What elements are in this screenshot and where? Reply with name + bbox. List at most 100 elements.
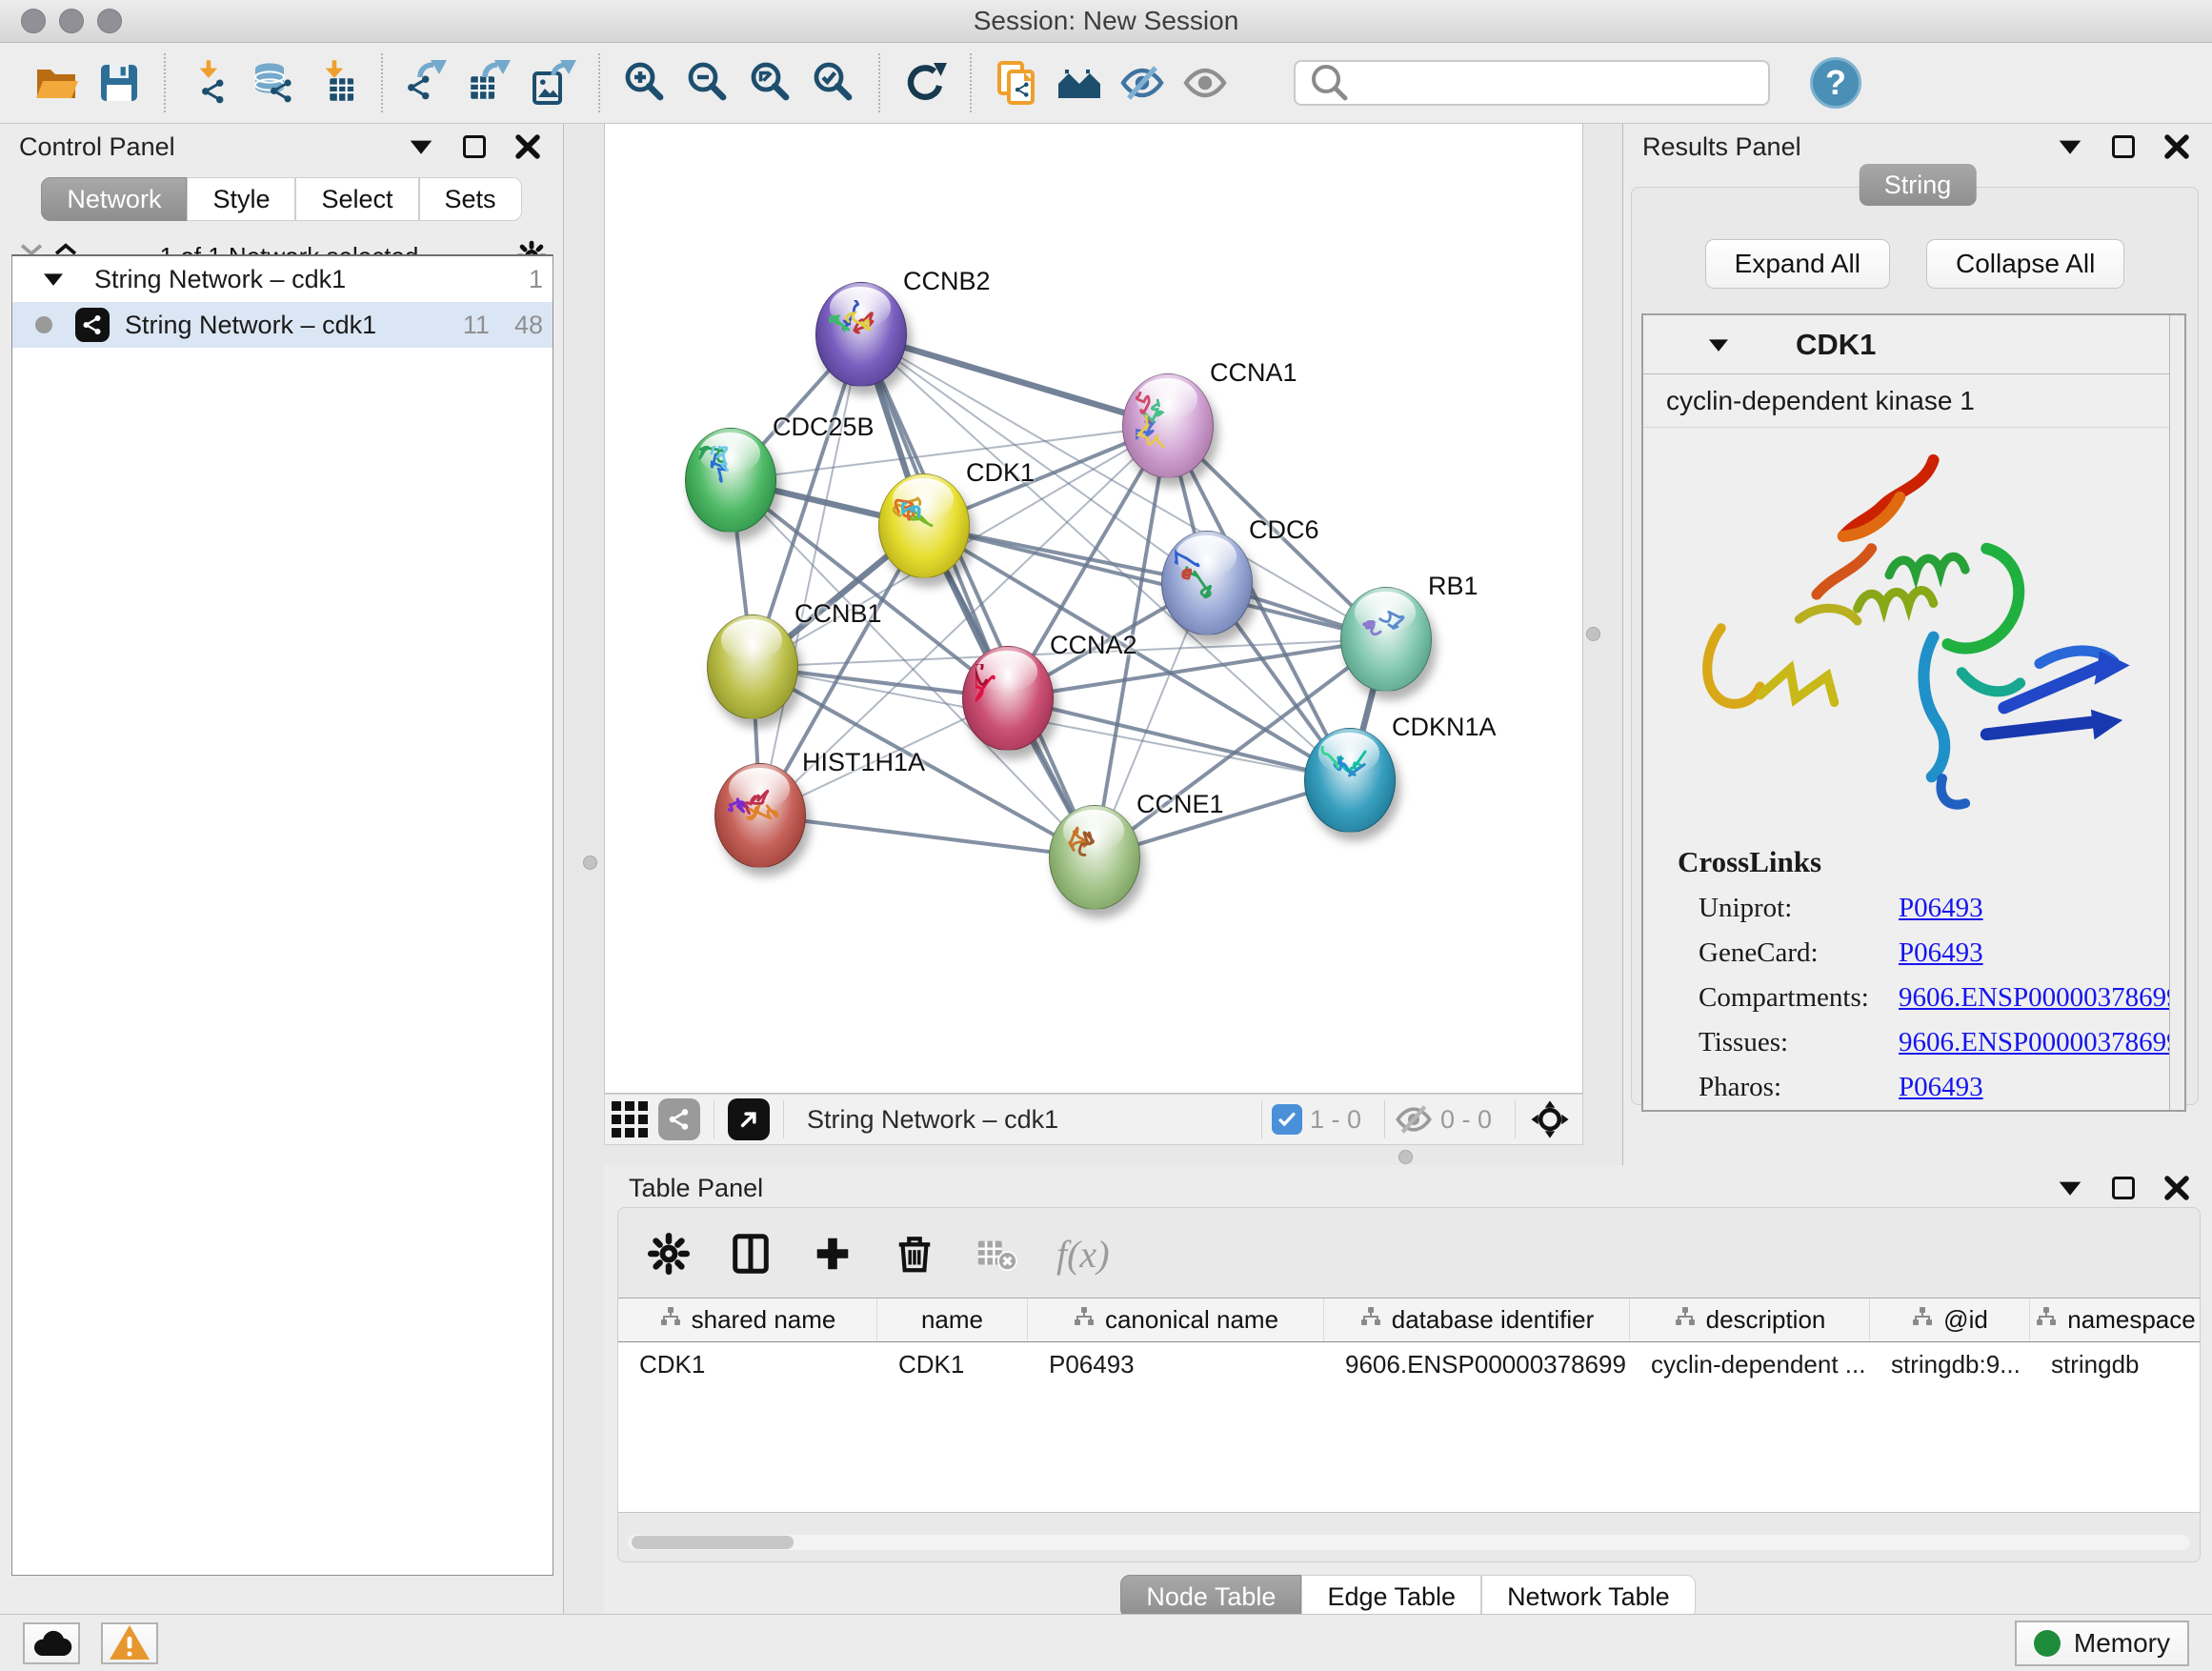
expand-all-button[interactable]: Expand All — [1705, 239, 1890, 289]
collapse-all-button[interactable]: Collapse All — [1926, 239, 2124, 289]
edge-CCNB2-CCNE1[interactable] — [861, 334, 1095, 857]
panel-menu-button[interactable] — [2054, 1172, 2086, 1204]
tab-sets[interactable]: Sets — [419, 177, 522, 221]
panel-menu-button[interactable] — [2054, 131, 2086, 163]
table-cell[interactable]: CDK1 — [618, 1342, 877, 1386]
show-columns-button[interactable] — [729, 1232, 773, 1276]
column-header-name[interactable]: name — [877, 1299, 1028, 1341]
panel-float-button[interactable] — [2107, 1172, 2140, 1204]
network-node-CDK1[interactable] — [878, 473, 970, 578]
table-options-button[interactable] — [647, 1232, 691, 1276]
scrollbar-thumb[interactable] — [632, 1536, 794, 1549]
network-canvas[interactable]: CCNB2CCNA1CDC25BCDK1CDC6RB1CCNB1CCNA2CDK… — [604, 124, 1583, 1094]
table-cell[interactable]: stringdb — [2030, 1342, 2200, 1386]
column-header-@id[interactable]: @id — [1870, 1299, 2030, 1341]
network-node-CCNB1[interactable] — [707, 614, 798, 719]
birdseye-view-button[interactable] — [1525, 1098, 1575, 1140]
network-node-CCNE1[interactable] — [1049, 805, 1140, 910]
table-cell[interactable]: 9606.ENSP00000378699 — [1324, 1342, 1630, 1386]
panel-close-button[interactable] — [2161, 1172, 2193, 1204]
memory-button[interactable]: Memory — [2015, 1621, 2189, 1666]
table-cell[interactable]: P06493 — [1028, 1342, 1324, 1386]
protein-card-header[interactable]: CDK1 — [1643, 315, 2184, 374]
tab-style[interactable]: Style — [187, 177, 295, 221]
column-header-namespace[interactable]: namespace — [2030, 1299, 2200, 1341]
crosslink-value-link[interactable]: 9606.ENSP00000378699 — [1899, 1027, 2181, 1058]
panel-float-button[interactable] — [2107, 131, 2140, 163]
edge-layer[interactable] — [605, 124, 1583, 1094]
column-header-canonical-name[interactable]: canonical name — [1028, 1299, 1324, 1341]
crosslink-value-link[interactable]: P06493 — [1899, 1072, 1983, 1103]
network-node-CCNA1[interactable] — [1122, 373, 1214, 478]
network-collection-row[interactable]: String Network – cdk1 1 — [12, 256, 553, 302]
export-table-button[interactable] — [459, 51, 522, 114]
column-header-shared-name[interactable]: shared name — [618, 1299, 877, 1341]
first-neighbors-button[interactable] — [1048, 51, 1111, 114]
edge-CCNB2-CCNA1[interactable] — [861, 334, 1168, 426]
import-network-database-button[interactable] — [242, 51, 305, 114]
add-column-button[interactable] — [811, 1232, 855, 1276]
horizontal-splitter-handle[interactable] — [1398, 1150, 1413, 1164]
zoom-out-button[interactable] — [676, 51, 739, 114]
network-row-selected[interactable]: String Network – cdk1 11 48 — [12, 302, 553, 348]
table-cell[interactable]: cyclin-dependent ... — [1630, 1342, 1870, 1386]
warnings-button[interactable] — [101, 1622, 158, 1664]
delete-column-button[interactable] — [893, 1232, 936, 1276]
zoom-selected-button[interactable] — [802, 51, 865, 114]
table-cell[interactable]: stringdb:9... — [1870, 1342, 2030, 1386]
tab-node-table[interactable]: Node Table — [1120, 1575, 1301, 1619]
delete-table-button[interactable] — [975, 1232, 1018, 1276]
search-input[interactable] — [1360, 68, 1757, 99]
selected-count-checkbox[interactable] — [1272, 1104, 1302, 1135]
import-table-button[interactable] — [305, 51, 368, 114]
network-node-CCNA2[interactable] — [962, 646, 1054, 751]
open-session-button[interactable] — [25, 51, 88, 114]
save-session-button[interactable] — [88, 51, 151, 114]
zoom-in-button[interactable] — [613, 51, 676, 114]
table-cell[interactable]: CDK1 — [877, 1342, 1028, 1386]
grid-view-button[interactable] — [605, 1098, 654, 1140]
export-network-button[interactable] — [396, 51, 459, 114]
tab-string[interactable]: String — [1860, 164, 1977, 206]
help-button[interactable]: ? — [1810, 57, 1861, 109]
tab-network-table[interactable]: Network Table — [1481, 1575, 1696, 1619]
import-network-file-button[interactable] — [179, 51, 242, 114]
tab-select[interactable]: Select — [295, 177, 418, 221]
panel-menu-button[interactable] — [405, 131, 437, 163]
tree-expander[interactable] — [12, 265, 94, 293]
function-builder-button[interactable]: f(x) — [1056, 1232, 1110, 1277]
edge-HIST1H1A-CCNE1[interactable] — [760, 815, 1095, 857]
export-image-button[interactable] — [522, 51, 585, 114]
detach-view-button[interactable] — [724, 1098, 774, 1140]
crosslink-value-link[interactable]: P06493 — [1899, 893, 1983, 924]
network-node-CCNB2[interactable] — [815, 282, 907, 387]
table-row[interactable]: CDK1CDK1P064939606.ENSP00000378699cyclin… — [618, 1342, 2200, 1386]
apply-layout-button[interactable] — [894, 51, 956, 114]
duplicate-network-button[interactable] — [985, 51, 1048, 114]
hide-selected-button[interactable] — [1111, 51, 1174, 114]
cloud-status-button[interactable] — [23, 1622, 80, 1664]
column-header-description[interactable]: description — [1630, 1299, 1870, 1341]
panel-close-button[interactable] — [512, 131, 544, 163]
zoom-fit-button[interactable] — [739, 51, 802, 114]
left-splitter-handle[interactable] — [583, 856, 597, 870]
tab-edge-table[interactable]: Edge Table — [1301, 1575, 1481, 1619]
edge-CCNB2-HIST1H1A[interactable] — [760, 334, 861, 815]
column-header-database-identifier[interactable]: database identifier — [1324, 1299, 1630, 1341]
table-horizontal-scrollbar[interactable] — [628, 1535, 2190, 1550]
crosslink-value-link[interactable]: 9606.ENSP00000378699 — [1899, 982, 2181, 1014]
network-node-CDC25B[interactable] — [685, 428, 776, 533]
network-node-CDKN1A[interactable] — [1304, 728, 1396, 833]
crosslink-value-link[interactable]: P06493 — [1899, 937, 1983, 969]
panel-close-button[interactable] — [2161, 131, 2193, 163]
network-node-RB1[interactable] — [1340, 587, 1432, 692]
network-view-mode-button[interactable] — [654, 1098, 704, 1140]
network-node-CDC6[interactable] — [1161, 531, 1253, 635]
panel-float-button[interactable] — [458, 131, 491, 163]
network-node-HIST1H1A[interactable] — [714, 763, 806, 868]
right-splitter-handle[interactable] — [1586, 627, 1600, 641]
tab-network[interactable]: Network — [41, 177, 187, 221]
collapse-triangle-icon[interactable] — [1704, 331, 1733, 359]
protein-card-scrollbar[interactable] — [2169, 315, 2184, 1110]
show-all-button[interactable] — [1174, 51, 1237, 114]
